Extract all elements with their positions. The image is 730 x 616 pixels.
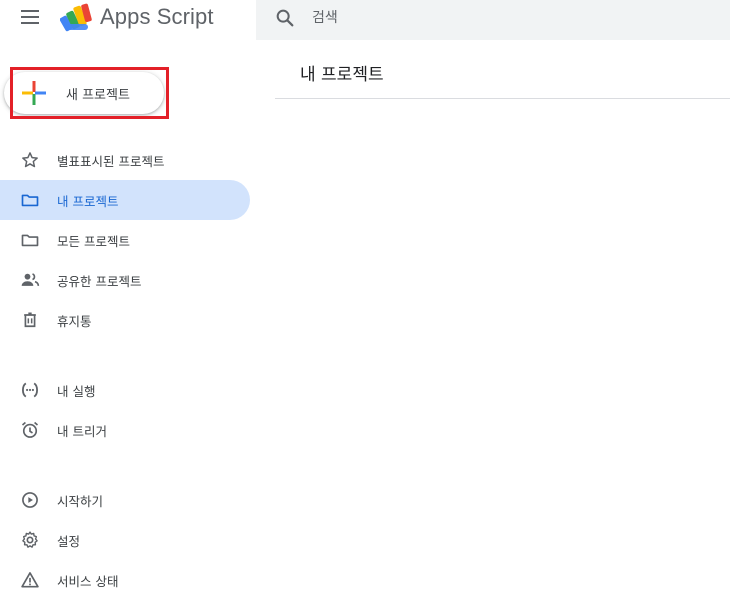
- sidebar-item-all-projects[interactable]: 모든 프로젝트: [0, 220, 250, 260]
- apps-script-logo[interactable]: [60, 2, 94, 32]
- play-circle-icon: [22, 492, 38, 508]
- sidebar-item-label: 서비스 상태: [57, 574, 119, 589]
- sidebar-item-triggers[interactable]: 내 트리거: [0, 410, 250, 450]
- sidebar-item-label: 별표표시된 프로젝트: [57, 154, 165, 169]
- sidebar-item-executions[interactable]: 내 실행: [0, 370, 250, 410]
- people-icon: [21, 273, 40, 286]
- sidebar-item-label: 내 실행: [57, 384, 96, 399]
- sidebar-item-label: 내 트리거: [57, 424, 107, 439]
- sidebar-item-starred[interactable]: 별표표시된 프로젝트: [0, 140, 250, 180]
- search-input[interactable]: [312, 7, 692, 29]
- page-title: 내 프로젝트: [300, 65, 384, 85]
- sidebar-item-shared[interactable]: 공유한 프로젝트: [0, 260, 250, 300]
- sidebar-item-trash[interactable]: 휴지통: [0, 300, 250, 340]
- gear-icon: [22, 531, 38, 548]
- folder-icon: [21, 194, 39, 207]
- sidebar-item-label: 시작하기: [57, 494, 104, 509]
- folder-icon: [21, 234, 39, 247]
- app-title: Apps Script: [100, 4, 214, 29]
- sidebar-item-label: 내 프로젝트: [57, 194, 119, 209]
- trash-icon: [24, 312, 36, 328]
- warning-icon: [21, 572, 39, 588]
- star-icon: [22, 152, 38, 168]
- sidebar-item-service-status[interactable]: 서비스 상태: [0, 560, 250, 600]
- hamburger-menu-icon: [21, 10, 39, 24]
- divider: [275, 98, 730, 99]
- alarm-clock-icon: [21, 421, 39, 438]
- sidebar-item-label: 휴지통: [57, 314, 92, 329]
- highlight-box: [10, 67, 169, 119]
- search-bar[interactable]: [256, 0, 730, 40]
- executions-icon: [21, 382, 39, 398]
- sidebar-item-my-projects[interactable]: 내 프로젝트: [0, 180, 250, 220]
- search-icon[interactable]: [274, 7, 296, 29]
- sidebar-item-settings[interactable]: 설정: [0, 520, 250, 560]
- sidebar-item-getting-started[interactable]: 시작하기: [0, 480, 250, 520]
- sidebar-item-label: 공유한 프로젝트: [57, 274, 142, 289]
- sidebar-item-label: 모든 프로젝트: [57, 234, 130, 249]
- main-menu-button[interactable]: [14, 4, 48, 32]
- sidebar-item-label: 설정: [57, 534, 81, 549]
